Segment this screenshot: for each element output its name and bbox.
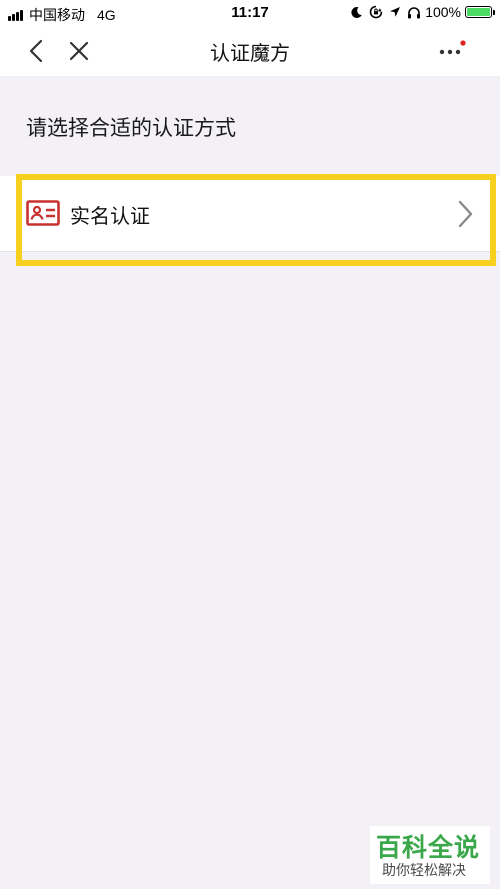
moon-icon <box>351 6 362 18</box>
option-label: 实名认证 <box>70 204 150 228</box>
section-prompt: 请选择合适的认证方式 <box>26 116 236 140</box>
notification-dot <box>460 40 466 46</box>
watermark-subtitle: 助你轻松解决 <box>382 863 466 879</box>
rotation-lock-icon <box>369 5 383 19</box>
location-icon <box>390 7 401 17</box>
nav-bar: 认证魔方 <box>0 26 500 76</box>
page-title: 认证魔方 <box>210 41 290 65</box>
more-icon[interactable] <box>435 38 469 64</box>
watermark: 百科全说 助你轻松解决 <box>370 826 490 884</box>
id-card-icon <box>26 200 60 226</box>
status-right: 100% <box>344 4 495 20</box>
battery-fill <box>467 8 490 16</box>
chevron-right-icon <box>458 200 473 228</box>
battery-percent: 100% <box>425 4 461 20</box>
headphones-icon <box>408 6 421 18</box>
option-real-name-auth[interactable]: 实名认证 <box>0 176 500 252</box>
battery-icon <box>465 6 495 18</box>
status-bar: 中国移动 4G 11:17 100% <box>0 0 500 26</box>
watermark-title: 百科全说 <box>376 833 481 862</box>
